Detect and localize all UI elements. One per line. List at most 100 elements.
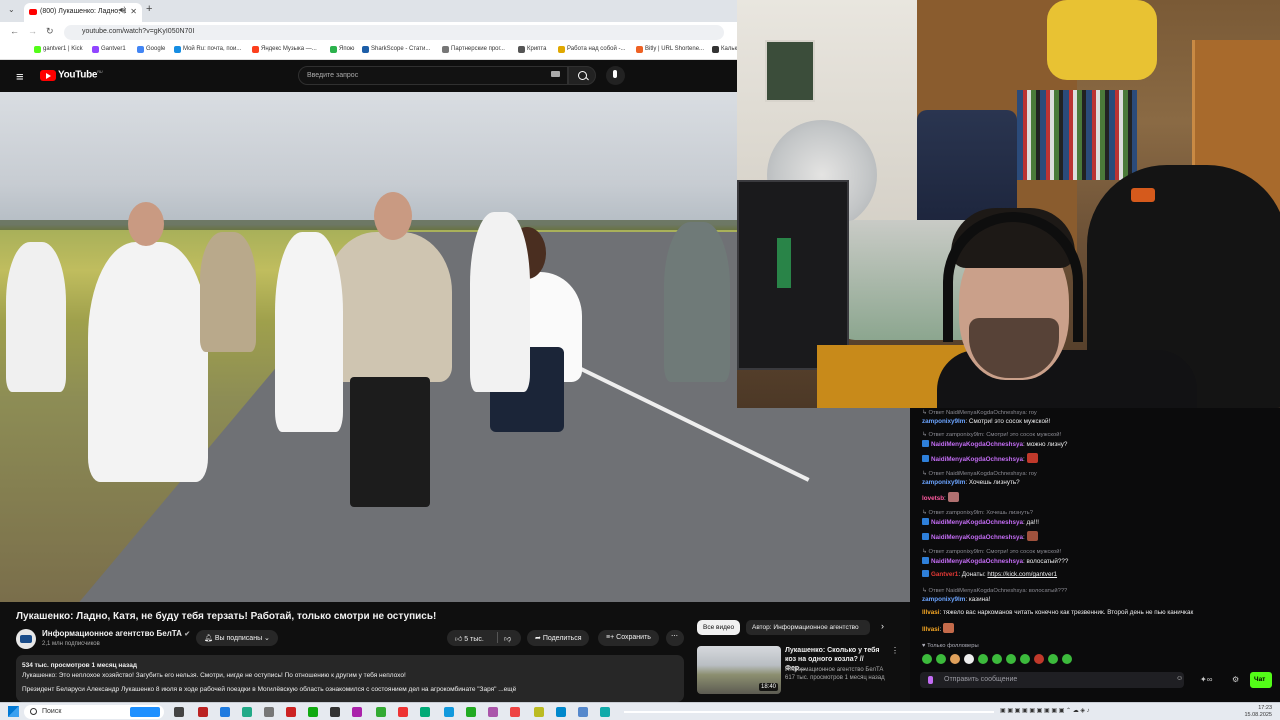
taskbar-app-icon[interactable] (556, 707, 566, 717)
channel-name[interactable]: Информационное агентство БелТА ✔ (42, 629, 190, 638)
recommended-video-thumbnail[interactable]: 18:40 (697, 646, 781, 694)
quick-emote-icon[interactable] (922, 654, 932, 664)
chip-all-videos[interactable]: Все видео (697, 620, 741, 635)
taskbar-app-icon[interactable] (286, 707, 296, 717)
chat-username[interactable]: NaidiMenyaKogdaOchneshsya (931, 456, 1023, 463)
taskbar-app-icon[interactable] (198, 707, 208, 717)
taskbar-app-icon[interactable] (578, 707, 588, 717)
bookmark-item[interactable]: Калькул... (712, 46, 737, 53)
chat-username[interactable]: NaidiMenyaKogdaOchneshsya (931, 519, 1023, 526)
chat-username[interactable]: lllvasi (922, 626, 940, 633)
taskbar-app-icon[interactable] (444, 707, 454, 717)
bookmark-item[interactable]: Google (137, 46, 165, 53)
bookmark-item[interactable]: Мой Ru: почта, пои... (174, 46, 241, 53)
media-progress-bar[interactable] (624, 711, 994, 713)
chat-badge-icon (922, 557, 929, 564)
bookmark-item[interactable]: Партнерские прог... (442, 46, 505, 53)
quick-emote-icon[interactable] (950, 654, 960, 664)
save-button[interactable]: ≡+ Сохранить (598, 630, 659, 646)
system-tray[interactable]: ▣ ▣ ▣ ▣ ▣ ▣ ▣ ▣ ▣ ⌃ ☁ ◈ ♪ (1000, 707, 1090, 714)
quick-emote-icon[interactable] (936, 654, 946, 664)
like-count[interactable]: 5 тыс. (464, 636, 484, 643)
share-button[interactable]: ➦ Поделиться (527, 630, 590, 646)
chat-username[interactable]: zamponixy9lm (922, 479, 965, 486)
microphone-icon[interactable] (606, 66, 625, 85)
bookmark-item[interactable]: Gantver1 (92, 46, 126, 53)
taskbar-app-icon[interactable] (174, 707, 184, 717)
taskbar-app-icon[interactable] (242, 707, 252, 717)
active-tab[interactable]: (800) Лукашенко: Ладно, К ◄) ✕ (24, 3, 142, 22)
send-chat-button[interactable]: Чат (1250, 672, 1272, 688)
bookmark-item[interactable]: Работа над собой -... (558, 46, 625, 53)
search-input[interactable]: Введите запрос (298, 66, 568, 85)
chat-username[interactable]: NaidiMenyaKogdaOchneshsya (931, 558, 1023, 565)
chip-author[interactable]: Автор: Информационное агентство (746, 620, 870, 635)
taskbar-clock[interactable]: 17:23 15.08.2025 (1228, 705, 1272, 719)
chat-username[interactable]: lovetsb (922, 495, 944, 502)
chat-username[interactable]: NaidiMenyaKogdaOchneshsya (931, 534, 1023, 541)
close-tab-icon[interactable]: ✕ (130, 7, 137, 16)
taskbar-app-icon[interactable] (510, 707, 520, 717)
chat-username[interactable]: Gantver1 (931, 571, 958, 578)
chat-link[interactable]: https://kick.com/gantver1 (987, 571, 1057, 578)
gift-icon[interactable]: ✦∞ (1200, 675, 1212, 684)
taskbar-app-icon[interactable] (220, 707, 230, 717)
reload-icon[interactable]: ↻ (46, 26, 54, 37)
chat-username[interactable]: NaidiMenyaKogdaOchneshsya (931, 441, 1023, 448)
keyboard-icon[interactable] (551, 71, 560, 77)
taskbar-app-icon[interactable] (308, 707, 318, 717)
emoji-icon[interactable]: ☺ (1176, 675, 1183, 682)
quick-emote-icon[interactable] (964, 654, 974, 664)
start-icon[interactable] (8, 706, 19, 717)
taskbar-app-icon[interactable] (488, 707, 498, 717)
taskbar-app-icon[interactable] (330, 707, 340, 717)
tab-search-icon[interactable]: ⌄ (8, 5, 15, 14)
taskbar-app-icon[interactable] (352, 707, 362, 717)
chat-input[interactable]: Отправить сообщение (920, 672, 1184, 688)
taskbar-app-icon[interactable] (600, 707, 610, 717)
url-field[interactable]: youtube.com/watch?v=gKyI050N70I (64, 25, 724, 40)
quick-emote-icon[interactable] (1048, 654, 1058, 664)
search-button-icon[interactable] (568, 66, 596, 85)
taskbar-app-icon[interactable] (466, 707, 476, 717)
quick-emote-icon[interactable] (1006, 654, 1016, 664)
taskbar-app-icon[interactable] (376, 707, 386, 717)
taskbar-app-icon[interactable] (264, 707, 274, 717)
taskbar-app-icon[interactable] (534, 707, 544, 717)
dislike-icon[interactable]: 👎︎ (504, 634, 511, 643)
more-vertical-icon[interactable]: ⋮ (891, 646, 899, 655)
taskbar-app-icon[interactable] (130, 707, 160, 717)
quick-emote-icon[interactable] (1020, 654, 1030, 664)
quick-emote-icon[interactable] (978, 654, 988, 664)
bookmark-item[interactable]: Япою (330, 46, 354, 53)
like-icon[interactable]: 👍︎ (455, 636, 462, 643)
more-icon[interactable]: ⋯ (666, 630, 684, 646)
chat-text: : волосатый??? (1023, 558, 1069, 565)
bookmark-item[interactable]: Bitly | URL Shortene... (636, 46, 704, 53)
bookmark-item[interactable]: SharkScope - Стати... (362, 46, 430, 53)
forward-icon[interactable]: → (28, 26, 37, 36)
speaker-icon[interactable]: ◄) (117, 7, 126, 14)
quick-emote-icon[interactable] (992, 654, 1002, 664)
reply-text: Ответ zamponixy9lm: Хочешь лизнуть? (922, 510, 1033, 516)
chevron-right-icon[interactable]: › (881, 621, 884, 631)
bookmark-item[interactable]: gantver1 | Kick (34, 46, 83, 53)
menu-icon[interactable]: ≡ (16, 69, 24, 84)
chat-username[interactable]: zamponixy9lm (922, 418, 965, 425)
chat-username[interactable]: zamponixy9lm (922, 596, 965, 603)
bookmark-item[interactable]: Крипта (518, 46, 546, 53)
quick-emote-icon[interactable] (1034, 654, 1044, 664)
bookmark-item[interactable]: Яндекс Музыка —... (252, 46, 317, 53)
quick-emote-icon[interactable] (1062, 654, 1072, 664)
taskbar-app-icon[interactable] (398, 707, 408, 717)
youtube-logo-icon[interactable] (40, 70, 56, 81)
channel-avatar[interactable] (16, 629, 36, 649)
video-description[interactable]: 534 тыс. просмотров 1 месяц назад Лукаше… (16, 655, 684, 702)
youtube-logo-text[interactable]: YouTubeRU (58, 69, 103, 80)
chat-username[interactable]: lllvasi (922, 609, 940, 616)
subscribed-button[interactable]: 🔔︎ Вы подписаны ⌄ (196, 630, 278, 646)
back-icon[interactable]: ← (10, 26, 19, 36)
settings-gear-icon[interactable]: ⚙ (1232, 675, 1239, 684)
taskbar-app-icon[interactable] (420, 707, 430, 717)
new-tab-icon[interactable]: + (146, 3, 152, 15)
